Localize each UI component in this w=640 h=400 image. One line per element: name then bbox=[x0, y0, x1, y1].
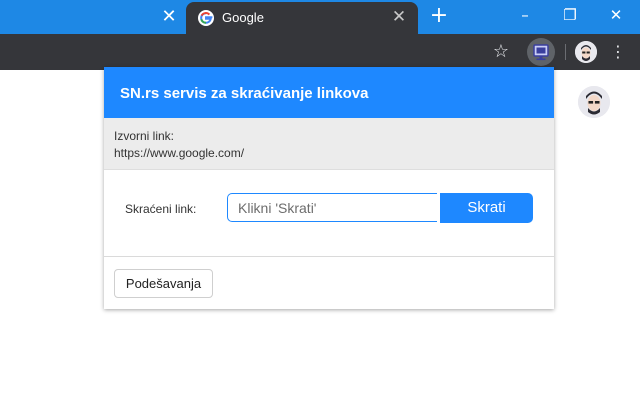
link-shortener-popup: SN.rs servis za skraćivanje linkova Izvo… bbox=[104, 67, 554, 309]
maximize-icon[interactable]: ❐ bbox=[557, 4, 583, 26]
popup-title: SN.rs servis za skraćivanje linkova bbox=[120, 85, 369, 102]
popup-header: SN.rs servis za skraćivanje linkova bbox=[104, 67, 554, 118]
google-favicon-icon bbox=[198, 10, 214, 26]
tab-strip: ✕ Google ✕ + – ❐ ✕ bbox=[0, 0, 640, 34]
new-tab-icon[interactable]: + bbox=[428, 5, 450, 27]
tab-title: Google bbox=[222, 10, 264, 25]
window-close-icon[interactable]: ✕ bbox=[603, 4, 629, 26]
browser-menu-icon[interactable]: ⋮ bbox=[608, 41, 628, 63]
previous-tab-close-icon[interactable]: ✕ bbox=[160, 8, 178, 26]
toolbar-separator bbox=[565, 44, 566, 60]
minimize-icon[interactable]: – bbox=[512, 4, 538, 26]
extension-button[interactable] bbox=[527, 38, 555, 66]
short-link-label: Skraćeni link: bbox=[125, 202, 197, 216]
settings-button[interactable]: Podešavanja bbox=[114, 269, 213, 298]
source-link-label: Izvorni link: bbox=[114, 129, 175, 143]
tab-close-icon[interactable]: ✕ bbox=[390, 8, 408, 26]
source-link-box: Izvorni link: https://www.google.com/ bbox=[104, 118, 554, 170]
popup-divider bbox=[104, 256, 554, 257]
avatar-face-icon bbox=[578, 86, 610, 118]
bookmark-star-icon[interactable]: ☆ bbox=[490, 41, 512, 63]
page-account-avatar[interactable] bbox=[578, 86, 610, 118]
source-link-url: https://www.google.com/ bbox=[114, 146, 245, 160]
tab-google[interactable]: Google ✕ bbox=[186, 2, 418, 34]
avatar-face-icon bbox=[575, 41, 597, 63]
browser-toolbar: ☆ ⋮ bbox=[0, 34, 640, 70]
short-link-input[interactable] bbox=[227, 193, 437, 222]
monitor-extension-icon bbox=[533, 44, 549, 61]
shorten-button[interactable]: Skrati bbox=[440, 193, 533, 223]
profile-avatar-icon[interactable] bbox=[575, 41, 597, 63]
